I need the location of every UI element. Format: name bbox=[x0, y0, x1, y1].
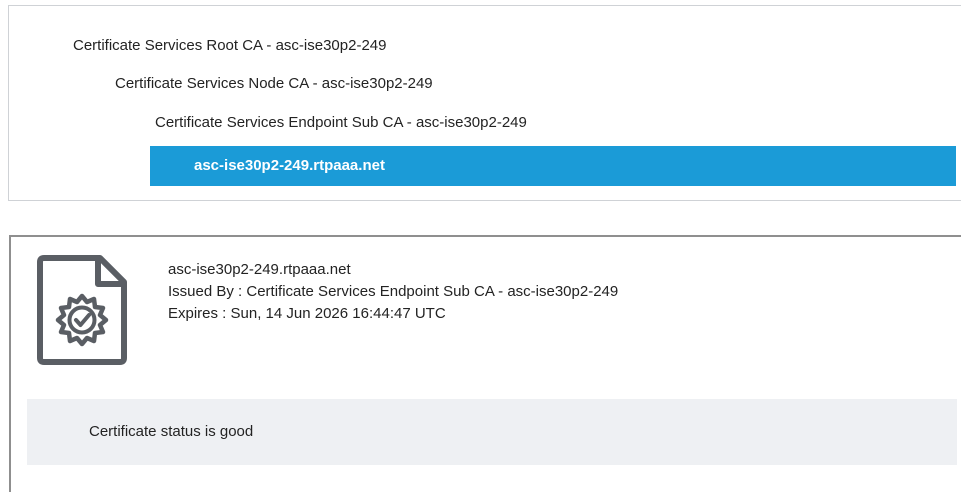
tree-node-endpoint-sub-ca[interactable]: Certificate Services Endpoint Sub CA - a… bbox=[155, 107, 527, 139]
certificate-status-box: Certificate status is good bbox=[27, 399, 957, 465]
certificate-subject-name: asc-ise30p2-249.rtpaaa.net bbox=[168, 261, 351, 278]
tree-node-root-ca[interactable]: Certificate Services Root CA - asc-ise30… bbox=[73, 30, 386, 62]
tree-node-node-ca[interactable]: Certificate Services Node CA - asc-ise30… bbox=[115, 68, 433, 100]
certificate-viewer: Certificate Services Root CA - asc-ise30… bbox=[0, 0, 961, 492]
certificate-summary: asc-ise30p2-249.rtpaaa.net Issued By : C… bbox=[168, 259, 618, 325]
certificate-badge-icon bbox=[37, 255, 127, 365]
tree-node-server-certificate-selected[interactable]: asc-ise30p2-249.rtpaaa.net bbox=[150, 146, 956, 186]
certificate-details-panel: asc-ise30p2-249.rtpaaa.net Issued By : C… bbox=[9, 235, 961, 492]
certificate-expiry: Expires : Sun, 14 Jun 2026 16:44:47 UTC bbox=[168, 305, 446, 322]
certificate-status-text: Certificate status is good bbox=[89, 423, 254, 440]
certificate-issued-by: Issued By : Certificate Services Endpoin… bbox=[168, 283, 619, 300]
certificate-hierarchy-tree: Certificate Services Root CA - asc-ise30… bbox=[8, 5, 961, 201]
